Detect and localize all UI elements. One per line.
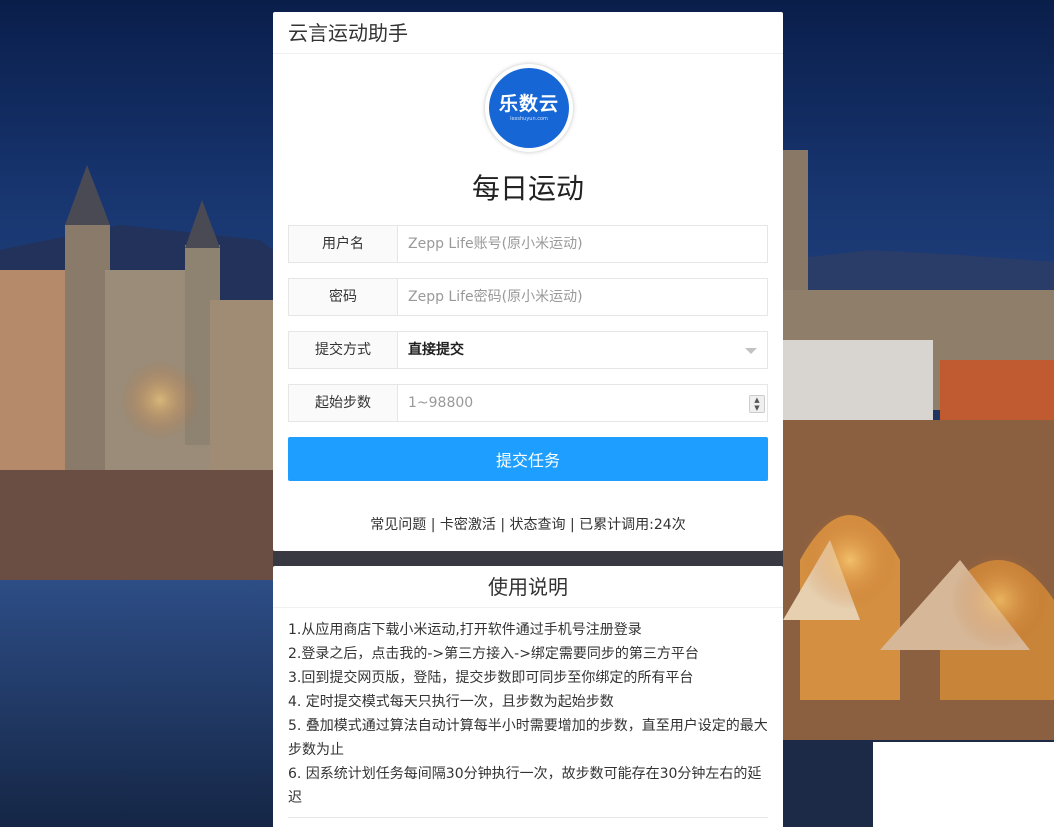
status-link[interactable]: 状态查询	[510, 517, 566, 533]
username-row: 用户名	[288, 225, 768, 263]
help-item: 3.回到提交网页版，登陆，提交步数即可同步至你绑定的所有平台	[288, 670, 694, 686]
start-steps-wrap: ▲ ▼	[398, 385, 767, 421]
footer-separator: |	[426, 517, 440, 533]
password-input[interactable]	[398, 279, 767, 315]
footer-separator: |	[565, 517, 580, 533]
username-label: 用户名	[289, 226, 398, 262]
app-title: 云言运动助手	[273, 12, 783, 54]
footer-separator: |	[495, 517, 510, 533]
footer-links: 常见问题 | 卡密激活 | 状态查询 | 已累计调用:24次	[273, 514, 783, 534]
submit-mode-row: 提交方式 直接提交	[288, 331, 768, 369]
help-divider	[288, 817, 768, 818]
start-steps-input[interactable]	[398, 385, 767, 421]
password-row: 密码	[288, 278, 768, 316]
faq-link[interactable]: 常见问题	[370, 517, 426, 533]
submit-mode-value: 直接提交	[408, 342, 464, 358]
activate-link[interactable]: 卡密激活	[440, 517, 496, 533]
help-item: 1.从应用商店下载小米运动,打开软件通过手机号注册登录	[288, 622, 642, 638]
help-item: 2.登录之后，点击我的->第三方接入->绑定需要同步的第三方平台	[288, 646, 699, 662]
login-card: 云言运动助手 乐数云 lexshuyun.com 每日运动 用户名 密码 提交方…	[273, 12, 783, 551]
help-body: 1.从应用商店下载小米运动,打开软件通过手机号注册登录 2.登录之后，点击我的-…	[273, 608, 783, 818]
username-input[interactable]	[398, 226, 767, 262]
submit-task-button[interactable]: 提交任务	[288, 437, 768, 481]
help-item: 6. 因系统计划任务每间隔30分钟执行一次，故步数可能存在30分钟左右的延迟	[288, 766, 762, 806]
overlay-block	[873, 742, 1054, 827]
call-count: 已累计调用:24次	[579, 517, 686, 533]
help-card: 使用说明 1.从应用商店下载小米运动,打开软件通过手机号注册登录 2.登录之后，…	[273, 566, 783, 827]
start-steps-label: 起始步数	[289, 385, 398, 421]
password-label: 密码	[289, 279, 398, 315]
number-spinner[interactable]: ▲ ▼	[749, 395, 765, 413]
logo-badge: 乐数云 lexshuyun.com	[489, 68, 569, 148]
logo-text: 乐数云	[498, 93, 559, 115]
help-item: 5. 叠加模式通过算法自动计算每半小时需要增加的步数，直至用户设定的最大步数为止	[288, 718, 768, 758]
submit-mode-label: 提交方式	[289, 332, 398, 368]
submit-mode-select[interactable]: 直接提交	[398, 332, 767, 368]
spinner-up-icon[interactable]: ▲	[754, 396, 759, 404]
chevron-down-icon	[745, 348, 757, 354]
help-title: 使用说明	[273, 566, 783, 608]
spinner-down-icon[interactable]: ▼	[754, 404, 759, 412]
page-title: 每日运动	[471, 172, 584, 205]
logo-subtext: lexshuyun.com	[510, 116, 548, 122]
start-steps-row: 起始步数 ▲ ▼	[288, 384, 768, 422]
logo: 乐数云 lexshuyun.com	[485, 64, 573, 152]
help-item: 4. 定时提交模式每天只执行一次，且步数为起始步数	[288, 694, 614, 710]
